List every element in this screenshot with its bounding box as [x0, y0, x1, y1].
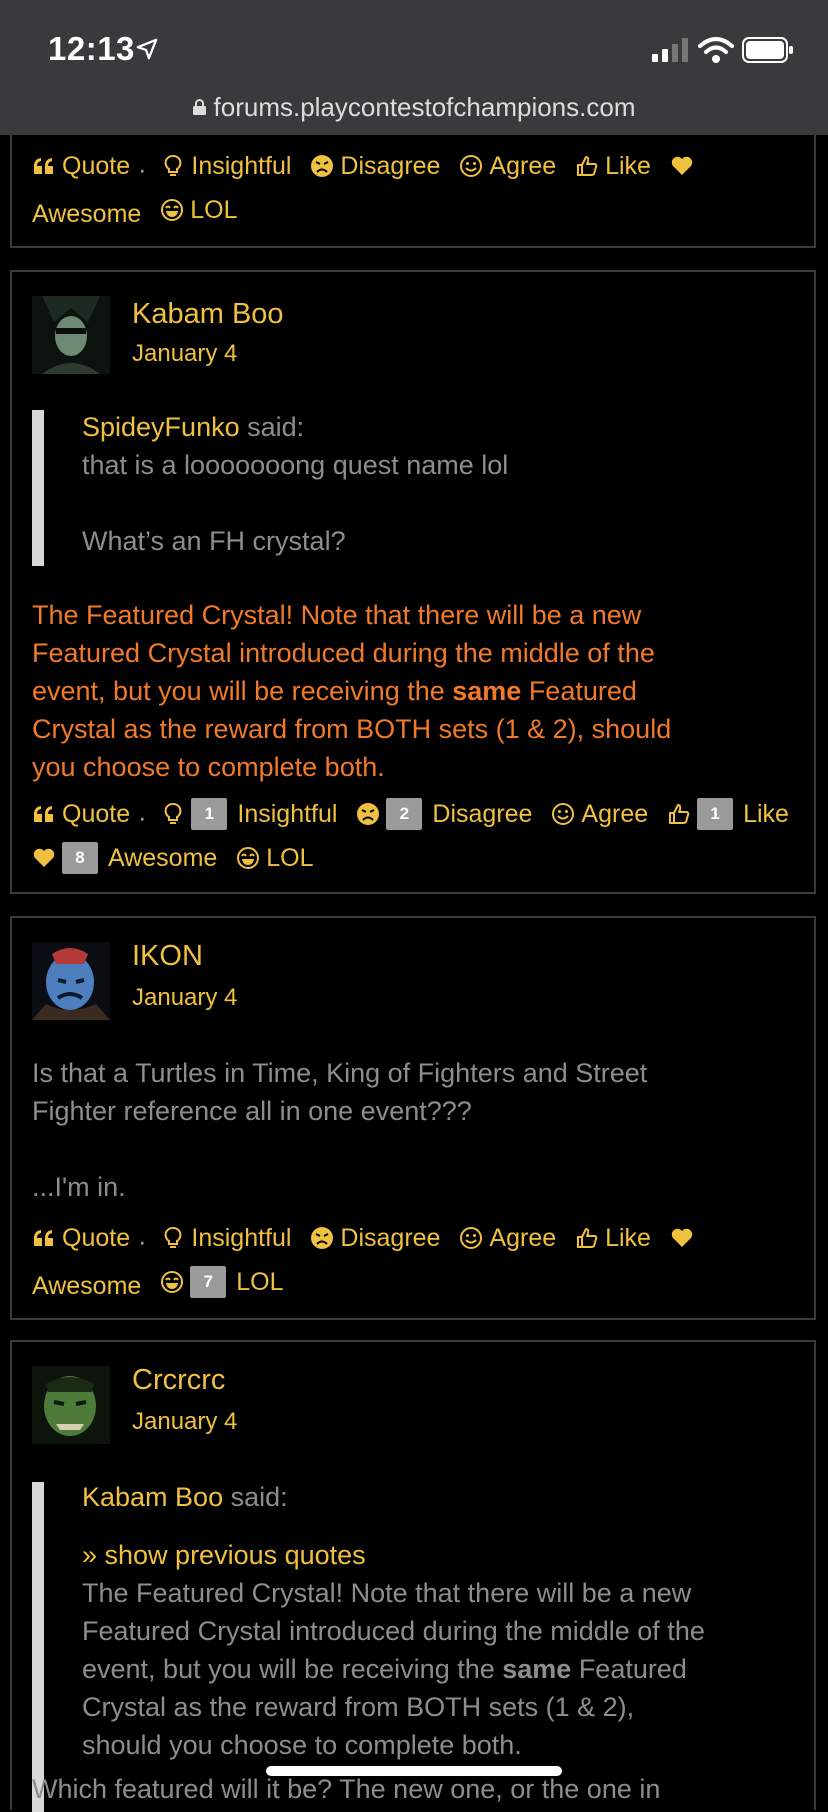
browser-status-bar: 12:13 forums.playcontestofchampions.com: [0, 0, 828, 135]
insightful-button[interactable]: 1 Insightful: [161, 794, 337, 834]
forum-post: Crcrcrc January 4 Kabam Boo said: » show…: [10, 1340, 816, 1812]
agree-button[interactable]: Agree: [459, 1218, 556, 1258]
blockquote: Kabam Boo said:: [82, 1482, 288, 1512]
disagree-face-icon: [310, 154, 334, 178]
lol-button[interactable]: 7 LOL: [160, 1262, 284, 1302]
agree-button[interactable]: Agree: [459, 146, 556, 186]
wifi-icon: [698, 37, 734, 63]
avatar[interactable]: [32, 942, 110, 1020]
quote-button[interactable]: Quote: [32, 1218, 130, 1258]
post-date[interactable]: January 4: [132, 984, 237, 1012]
quote-button[interactable]: Quote: [32, 794, 130, 834]
smile-icon: [551, 802, 575, 826]
show-previous-quotes-link[interactable]: » show previous quotes: [82, 1540, 366, 1570]
laughing-face-icon: [236, 846, 260, 870]
address-bar[interactable]: forums.playcontestofchampions.com: [0, 92, 828, 123]
post-author[interactable]: Crcrcrc: [132, 1364, 225, 1397]
disagree-button[interactable]: 2 Disagree: [356, 794, 532, 834]
lightbulb-icon: [161, 802, 185, 826]
quote-author[interactable]: SpideyFunko: [82, 412, 240, 442]
url-text: forums.playcontestofchampions.com: [213, 92, 636, 122]
post-author[interactable]: Kabam Boo: [132, 298, 284, 331]
quote-icon: [32, 802, 56, 826]
lightbulb-icon: [161, 1226, 185, 1250]
avatar[interactable]: [32, 1366, 110, 1444]
awesome-button[interactable]: Awesome: [32, 194, 141, 234]
quote-bar: [32, 1482, 44, 1812]
quote-icon: [32, 1226, 56, 1250]
smile-icon: [459, 154, 483, 178]
agree-button[interactable]: Agree: [551, 794, 648, 834]
battery-icon: [742, 37, 793, 63]
reaction-count: 2: [386, 798, 423, 830]
heart-icon: [32, 846, 56, 870]
avatar[interactable]: [32, 296, 110, 374]
post-author[interactable]: IKON: [132, 940, 203, 973]
post-date[interactable]: January 4: [132, 1408, 237, 1436]
reaction-count: 1: [697, 798, 734, 830]
location-arrow-icon: [136, 38, 158, 60]
like-button[interactable]: Like: [575, 1218, 651, 1258]
quote-author[interactable]: Kabam Boo: [82, 1482, 223, 1512]
reaction-bar: Quote · Insightful Disagree Agree Like Aw…: [32, 146, 712, 234]
like-button[interactable]: Like: [575, 146, 651, 186]
awesome-button[interactable]: 8 Awesome: [32, 838, 217, 878]
awesome-heart[interactable]: [670, 1226, 700, 1250]
home-indicator[interactable]: [266, 1766, 562, 1776]
laughing-face-icon: [160, 1270, 184, 1294]
post-date[interactable]: January 4: [132, 340, 237, 368]
cellular-signal-icon: [652, 38, 688, 62]
quote-icon: [32, 154, 56, 178]
thumbs-up-icon: [575, 154, 599, 178]
disagree-face-icon: [310, 1226, 334, 1250]
forum-post: IKON January 4 Is that a Turtles in Time…: [10, 916, 816, 1320]
insightful-button[interactable]: Insightful: [161, 1218, 291, 1258]
post-body: The Featured Crystal! Note that there wi…: [32, 600, 672, 782]
reaction-count: 7: [190, 1266, 227, 1298]
reaction-bar: Quote · 1 Insightful 2 Disagree Agree 1 Like…: [32, 794, 801, 882]
disagree-button[interactable]: Disagree: [310, 1218, 440, 1258]
lock-icon: [192, 99, 206, 116]
blockquote-body: » show previous quotes The Featured Crys…: [82, 1540, 705, 1760]
awesome-heart[interactable]: [670, 154, 700, 178]
laughing-face-icon: [160, 198, 184, 222]
quote-button[interactable]: Quote: [32, 146, 130, 186]
insightful-button[interactable]: Insightful: [161, 146, 291, 186]
blockquote: SpideyFunko said: that is a looooooong q…: [82, 412, 509, 556]
heart-icon: [670, 1226, 694, 1250]
lol-button[interactable]: LOL: [236, 838, 314, 878]
like-button[interactable]: 1 Like: [667, 794, 789, 834]
post-body: Is that a Turtles in Time, King of Fight…: [32, 1058, 648, 1202]
disagree-face-icon: [356, 802, 380, 826]
clock: 12:13: [48, 30, 135, 67]
lightbulb-icon: [161, 154, 185, 178]
disagree-button[interactable]: Disagree: [310, 146, 440, 186]
awesome-button[interactable]: Awesome: [32, 1266, 141, 1306]
forum-post-previous: Quote · Insightful Disagree Agree Like Aw…: [10, 120, 816, 248]
thumbs-up-icon: [575, 1226, 599, 1250]
forum-post: Kabam Boo January 4 SpideyFunko said: th…: [10, 270, 816, 894]
heart-icon: [670, 154, 694, 178]
reaction-count: 8: [62, 842, 98, 874]
smile-icon: [459, 1226, 483, 1250]
reaction-count: 1: [191, 798, 228, 830]
thumbs-up-icon: [667, 802, 691, 826]
reaction-bar: Quote · Insightful Disagree Agree Like Aw…: [32, 1218, 712, 1306]
quote-bar: [32, 410, 44, 566]
lol-button[interactable]: LOL: [160, 190, 238, 230]
